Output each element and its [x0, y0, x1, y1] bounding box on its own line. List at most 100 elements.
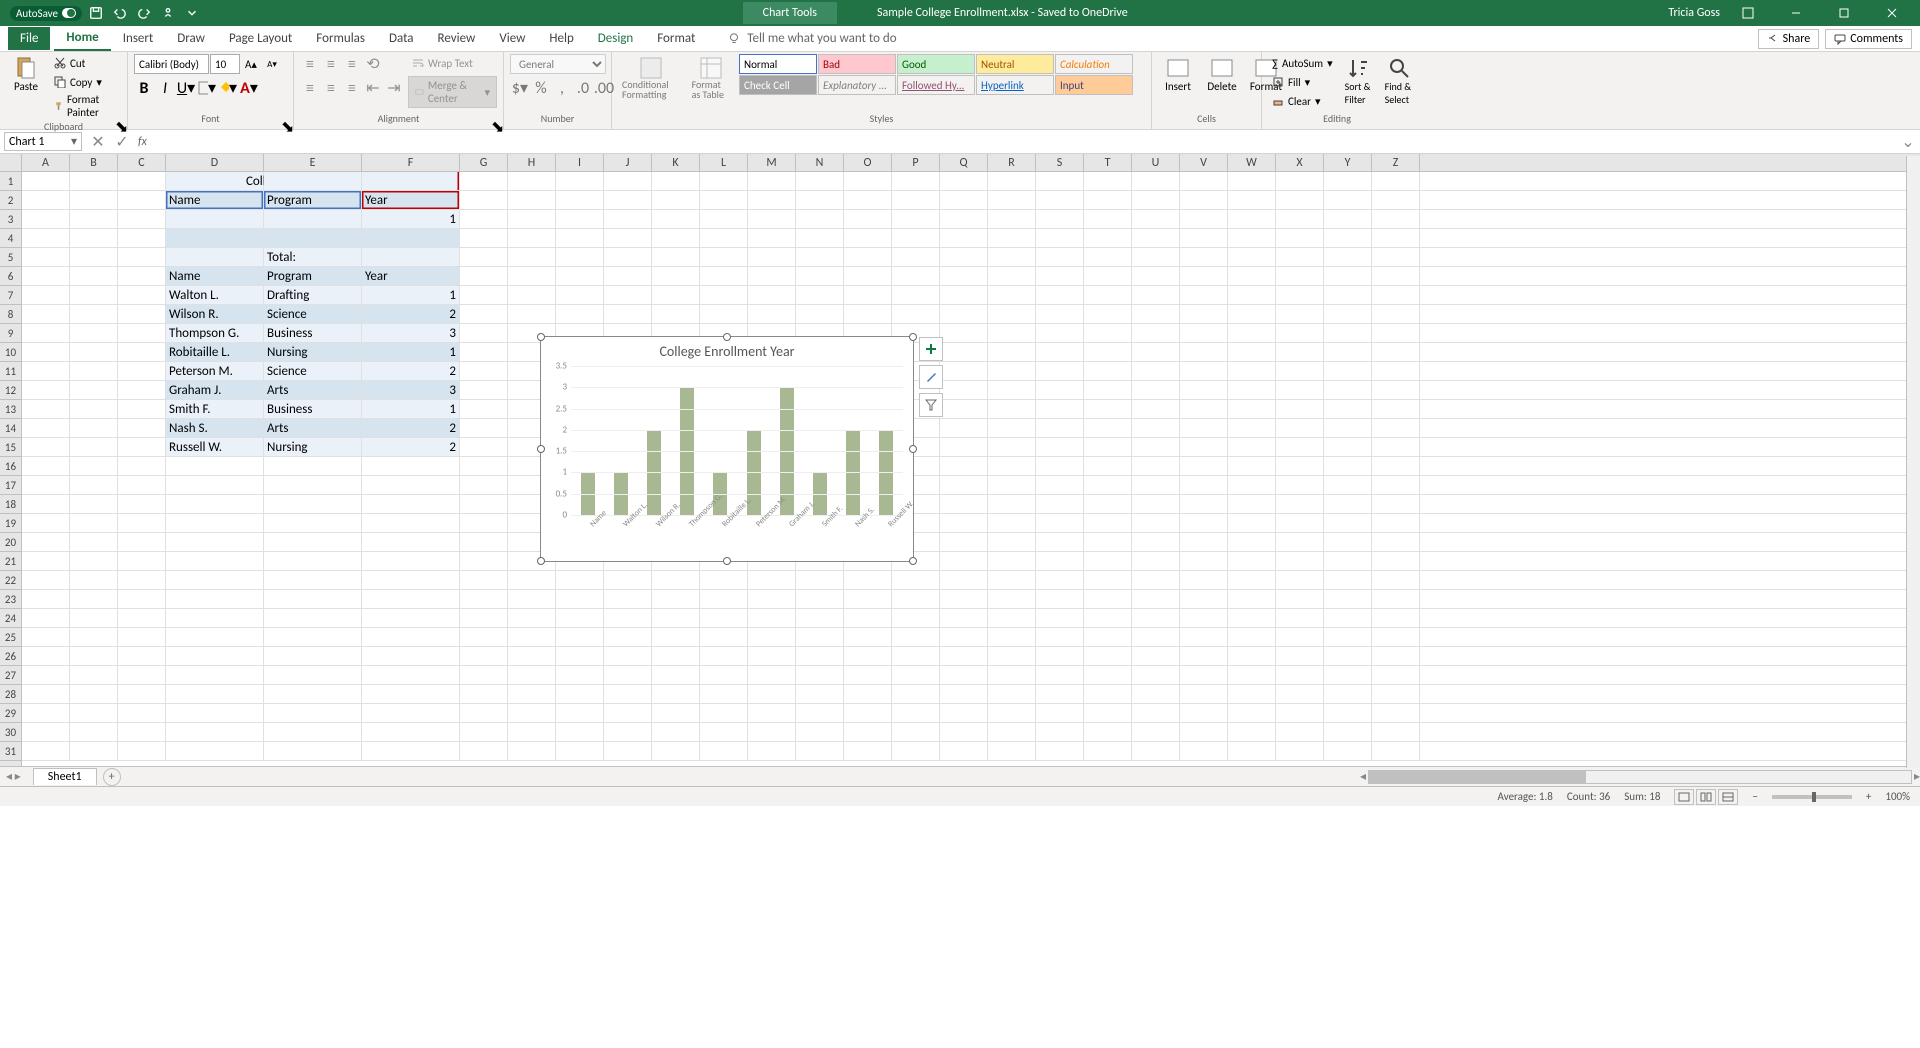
cell-E23[interactable] [264, 590, 362, 608]
cell-X9[interactable] [1276, 324, 1324, 342]
col-header-S[interactable]: S [1036, 154, 1084, 171]
cell-J2[interactable] [604, 191, 652, 209]
cell-W2[interactable] [1228, 191, 1276, 209]
cell-P8[interactable] [892, 305, 940, 323]
cell-U10[interactable] [1132, 343, 1180, 361]
cell-J29[interactable] [604, 704, 652, 722]
cell-N27[interactable] [796, 666, 844, 684]
cell-M31[interactable] [748, 742, 796, 760]
cell-L27[interactable] [700, 666, 748, 684]
cell-I25[interactable] [556, 628, 604, 646]
font-name-input[interactable] [134, 54, 209, 74]
row-header-30[interactable]: 30 [0, 723, 21, 742]
cell-A8[interactable] [22, 305, 70, 323]
cell-W16[interactable] [1228, 457, 1276, 475]
cell-D8[interactable]: Wilson R. [166, 305, 264, 323]
cell-C15[interactable] [118, 438, 166, 456]
row-header-20[interactable]: 20 [0, 533, 21, 552]
cell-H4[interactable] [508, 229, 556, 247]
tab-design[interactable]: Design [586, 27, 645, 50]
cell-D14[interactable]: Nash S. [166, 419, 264, 437]
cell-I5[interactable] [556, 248, 604, 266]
row-header-9[interactable]: 9 [0, 324, 21, 343]
cell-I27[interactable] [556, 666, 604, 684]
cell-L23[interactable] [700, 590, 748, 608]
cell-B25[interactable] [70, 628, 118, 646]
cell-Y12[interactable] [1324, 381, 1372, 399]
cell-X17[interactable] [1276, 476, 1324, 494]
cell-Q4[interactable] [940, 229, 988, 247]
cell-F20[interactable] [362, 533, 460, 551]
cell-R5[interactable] [988, 248, 1036, 266]
cell-N1[interactable] [796, 172, 844, 190]
col-header-J[interactable]: J [604, 154, 652, 171]
cell-Z11[interactable] [1372, 362, 1420, 380]
cell-S17[interactable] [1036, 476, 1084, 494]
row-header-28[interactable]: 28 [0, 685, 21, 704]
cell-N4[interactable] [796, 229, 844, 247]
tab-home[interactable]: Home [54, 26, 110, 51]
cell-L5[interactable] [700, 248, 748, 266]
cell-A1[interactable] [22, 172, 70, 190]
cell-H28[interactable] [508, 685, 556, 703]
cell-C26[interactable] [118, 647, 166, 665]
cell-M5[interactable] [748, 248, 796, 266]
cell-Q22[interactable] [940, 571, 988, 589]
cell-X16[interactable] [1276, 457, 1324, 475]
qat-customize-icon[interactable] [182, 3, 202, 23]
cell-O22[interactable] [844, 571, 892, 589]
row-header-23[interactable]: 23 [0, 590, 21, 609]
cell-G28[interactable] [460, 685, 508, 703]
cell-Y6[interactable] [1324, 267, 1372, 285]
cell-W5[interactable] [1228, 248, 1276, 266]
cell-I29[interactable] [556, 704, 604, 722]
cell-A9[interactable] [22, 324, 70, 342]
cell-G4[interactable] [460, 229, 508, 247]
find-select-button[interactable]: Find & Select [1381, 54, 1417, 108]
cell-T6[interactable] [1084, 267, 1132, 285]
cell-R13[interactable] [988, 400, 1036, 418]
cell-I6[interactable] [556, 267, 604, 285]
cell-D27[interactable] [166, 666, 264, 684]
cell-A17[interactable] [22, 476, 70, 494]
cell-K23[interactable] [652, 590, 700, 608]
cell-Z13[interactable] [1372, 400, 1420, 418]
cell-F10[interactable]: 1 [362, 343, 460, 361]
cell-Z26[interactable] [1372, 647, 1420, 665]
cell-V24[interactable] [1180, 609, 1228, 627]
cell-C18[interactable] [118, 495, 166, 513]
cell-E11[interactable]: Science [264, 362, 362, 380]
row-header-4[interactable]: 4 [0, 229, 21, 248]
cell-Y5[interactable] [1324, 248, 1372, 266]
cell-Q21[interactable] [940, 552, 988, 570]
cell-Z18[interactable] [1372, 495, 1420, 513]
cell-B24[interactable] [70, 609, 118, 627]
cell-T9[interactable] [1084, 324, 1132, 342]
cell-K22[interactable] [652, 571, 700, 589]
cell-R14[interactable] [988, 419, 1036, 437]
cell-U25[interactable] [1132, 628, 1180, 646]
cell-V2[interactable] [1180, 191, 1228, 209]
cell-A12[interactable] [22, 381, 70, 399]
cell-E8[interactable]: Science [264, 305, 362, 323]
cell-C9[interactable] [118, 324, 166, 342]
cell-T14[interactable] [1084, 419, 1132, 437]
cell-S3[interactable] [1036, 210, 1084, 228]
cell-A29[interactable] [22, 704, 70, 722]
cell-D26[interactable] [166, 647, 264, 665]
style-neutral[interactable]: Neutral [976, 54, 1054, 74]
cell-U27[interactable] [1132, 666, 1180, 684]
cell-F19[interactable] [362, 514, 460, 532]
cell-J4[interactable] [604, 229, 652, 247]
cell-V19[interactable] [1180, 514, 1228, 532]
cell-S25[interactable] [1036, 628, 1084, 646]
cell-P29[interactable] [892, 704, 940, 722]
cell-B15[interactable] [70, 438, 118, 456]
cell-R17[interactable] [988, 476, 1036, 494]
cell-W1[interactable] [1228, 172, 1276, 190]
cell-S10[interactable] [1036, 343, 1084, 361]
cell-styles-gallery[interactable]: Normal Bad Good Neutral Calculation Chec… [739, 54, 1133, 95]
cell-E5[interactable]: Total: [264, 248, 362, 266]
cell-F18[interactable] [362, 495, 460, 513]
cell-W8[interactable] [1228, 305, 1276, 323]
